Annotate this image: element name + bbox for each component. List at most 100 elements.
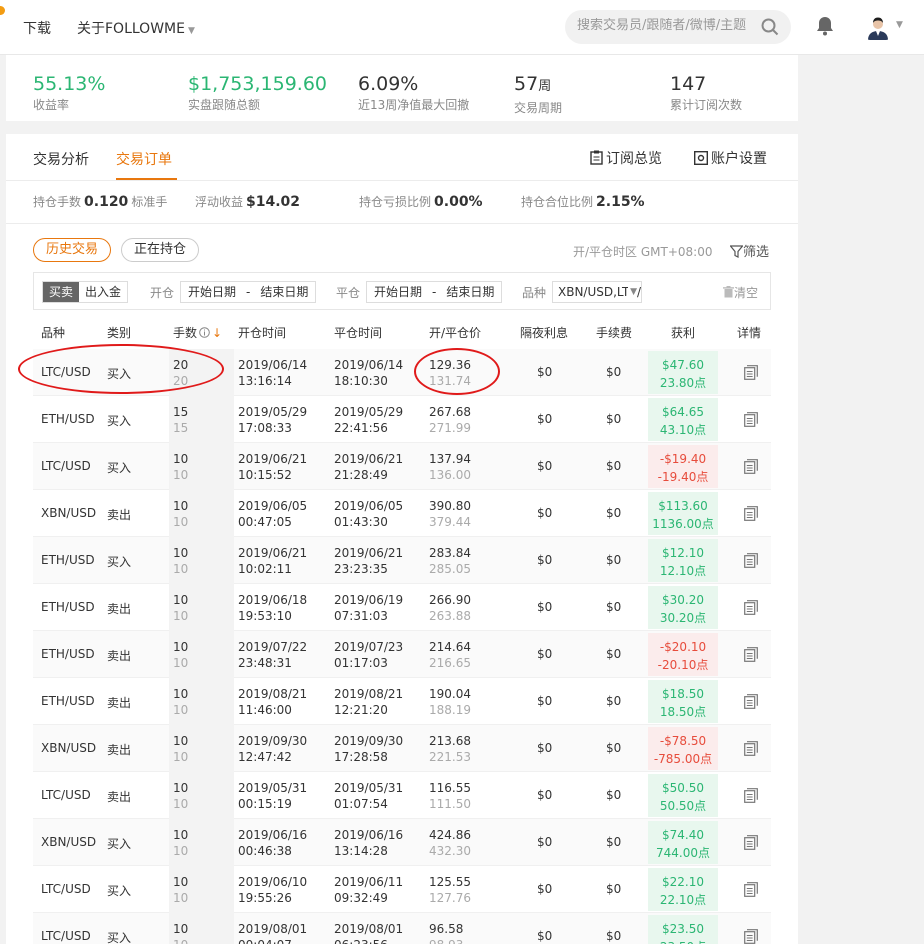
cell-side: 买入 [107,367,132,381]
cell-lots: 10 [173,828,189,842]
buysell-toggle[interactable]: 买卖 [43,282,80,302]
cell-side: 卖出 [107,696,132,710]
table-header: 品种 类别 手数 ↓ 开仓时间 平仓时间 开/平仓价 隔夜利息 手续费 获利 详情 [33,314,771,349]
cell-lots-secondary: 10 [173,609,189,623]
cell-open-time: 00:15:19 [238,797,292,811]
cell-open-date: 2019/05/29 [238,405,308,419]
cell-close-time: 21:28:49 [334,468,388,482]
cell-side: 买入 [107,931,132,944]
filter-toggle[interactable]: 筛选 [729,241,770,260]
stat-label: 近13周净值最大回撤 [358,98,470,112]
cell-close-date: 2019/05/29 [334,405,404,419]
cell-close-price: 111.50 [429,797,471,811]
open-positions-button[interactable]: 正在持仓 [121,238,200,262]
cell-side: 卖出 [107,743,132,757]
cell-swap: $0 [537,929,553,943]
cell-close-date: 2019/08/01 [334,922,404,936]
detail-icon[interactable] [744,553,758,568]
table-row: ETH/USD 买入 10 10 2019/06/21 10:02:11 2019/06/2… [33,537,771,584]
cell-fee: $0 [606,412,622,426]
filter-label: 筛选 [743,245,770,260]
cell-close-date: 2019/06/21 [334,452,404,466]
cell-swap: $0 [537,741,553,755]
nav-download[interactable]: 下载 [23,18,51,38]
search-icon[interactable] [761,18,779,36]
cell-open-date: 2019/05/31 [238,781,308,795]
detail-icon[interactable] [744,600,758,615]
detail-icon[interactable] [744,788,758,803]
deposit-toggle[interactable]: 出入金 [79,282,127,302]
logo[interactable] [0,6,5,15]
open-date-range[interactable]: 开始日期 - 结束日期 [180,281,317,303]
tab-analysis[interactable]: 交易分析 [33,149,89,169]
cell-open-price: 190.04 [429,687,471,701]
cell-close-date: 2019/06/19 [334,593,404,607]
summary-label: 持仓亏损比例 [359,195,432,209]
detail-icon[interactable] [744,741,758,756]
search-box[interactable] [565,10,791,44]
col-detail: 详情 [737,326,762,340]
lots-cell-bg [169,819,234,866]
detail-icon[interactable] [744,365,758,380]
stat-value: 147 [670,73,707,95]
bell-icon[interactable] [814,15,836,37]
cell-profit: -$19.40 [659,452,707,466]
avatar[interactable] [866,14,890,40]
cell-open-price: 424.86 [429,828,471,842]
cell-swap: $0 [537,835,553,849]
cell-close-time: 18:10:30 [334,374,388,388]
col-profit: 获利 [671,326,696,340]
detail-icon[interactable] [744,459,758,474]
detail-icon[interactable] [744,835,758,850]
stats-bar: 55.13% 收益率 $1,753,159.60 实盘跟随总额 6.09% 近1… [6,55,798,121]
detail-icon[interactable] [744,694,758,709]
cell-points: 50.50点 [659,799,707,813]
cell-swap: $0 [537,506,553,520]
cell-open-time: 00:46:38 [238,844,292,858]
end-date-field[interactable]: 结束日期 [446,285,494,299]
symbol-select[interactable]: XBN/USD,LTC/USD▼ [552,281,642,303]
cell-fee: $0 [606,459,622,473]
sort-down-icon[interactable]: ↓ [212,326,222,340]
cell-swap: $0 [537,600,553,614]
tab-orders[interactable]: 交易订单 [116,149,172,169]
holding-summary: 持仓手数 0.120 标准手 浮动收益 $14.02 持仓亏损比例 0.00% 持仓合位… [6,181,798,224]
col-lots[interactable]: 手数 ↓ [173,324,222,341]
end-date-field[interactable]: 结束日期 [260,285,308,299]
cell-open-time: 17:08:33 [238,421,292,435]
cell-open-date: 2019/06/21 [238,452,308,466]
cell-profit: $23.50 [662,922,704,936]
detail-icon[interactable] [744,506,758,521]
detail-icon[interactable] [744,929,758,944]
cell-lots: 10 [173,687,189,701]
table-row: ETH/USD 卖出 10 10 2019/06/18 19:53:10 2019/06/1… [33,584,771,631]
cell-open-date: 2019/06/16 [238,828,308,842]
subscribe-overview-link[interactable]: 订阅总览 [590,148,662,168]
table-row: XBN/USD 卖出 10 10 2019/06/05 00:47:05 2019/06/0… [33,490,771,537]
cell-lots-secondary: 10 [173,562,189,576]
filter-icon [729,245,744,258]
close-date-range[interactable]: 开始日期 - 结束日期 [366,281,503,303]
col-fee: 手续费 [596,326,633,340]
stat-label: 收益率 [33,98,70,112]
table-row: LTC/USD 买入 20 20 2019/06/14 13:16:14 2019/06/1… [33,349,771,396]
cell-lots: 20 [173,358,189,372]
start-date-field[interactable]: 开始日期 [374,285,422,299]
start-date-field[interactable]: 开始日期 [188,285,236,299]
search-input[interactable] [577,18,757,33]
account-settings-link[interactable]: 账户设置 [693,148,767,168]
summary-hold-lots: 持仓手数 0.120 标准手 [33,193,167,210]
cell-close-time: 22:41:56 [334,421,388,435]
detail-icon[interactable] [744,647,758,662]
table-row: LTC/USD 卖出 10 10 2019/05/31 00:15:19 2019/05/3… [33,772,771,819]
nav-about[interactable]: 关于FOLLOWME ▼ [77,18,195,38]
stat-return: 55.13% 收益率 [33,73,105,113]
history-trades-button[interactable]: 历史交易 [33,238,112,262]
detail-icon[interactable] [744,412,758,427]
avatar-chevron-icon[interactable]: ▼ [896,20,903,30]
detail-icon[interactable] [744,882,758,897]
clear-button[interactable]: 清空 [723,284,758,301]
cell-close-price: 221.53 [429,750,471,764]
cell-swap: $0 [537,553,553,567]
lots-cell-bg [169,349,234,396]
